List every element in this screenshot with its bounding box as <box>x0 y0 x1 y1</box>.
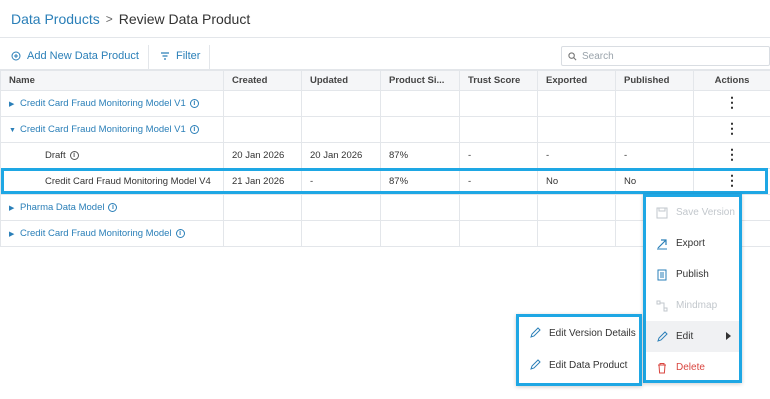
pencil-icon <box>530 327 541 338</box>
kebab-menu-icon[interactable]: ⋮ <box>725 120 739 136</box>
column-header-created[interactable]: Created <box>223 70 302 91</box>
toolbar-divider <box>148 45 149 69</box>
info-icon[interactable]: i <box>189 98 199 108</box>
breadcrumb-data-products-link[interactable]: Data Products <box>11 11 100 27</box>
save-icon <box>656 207 668 218</box>
kebab-menu-icon[interactable]: ⋮ <box>725 146 739 162</box>
add-new-data-product-button[interactable]: Add New Data Product <box>11 42 139 70</box>
submenu-item-edit-data-product[interactable]: Edit Data Product <box>519 349 639 381</box>
breadcrumb-separator: > <box>105 11 113 26</box>
trash-icon <box>658 362 666 373</box>
column-header-product-size[interactable]: Product Si... <box>380 70 460 91</box>
menu-item-label: Export <box>676 238 705 249</box>
filter-label: Filter <box>176 50 201 62</box>
version-name[interactable]: Credit Card Fraud Monitoring Model V4 <box>45 176 211 187</box>
row-name-link[interactable]: Credit Card Fraud Monitoring Model <box>20 228 172 239</box>
table-row: Draft i 20 Jan 2026 20 Jan 2026 87% - - -… <box>0 142 770 169</box>
info-icon[interactable]: i <box>189 124 199 134</box>
add-circle-icon <box>11 51 21 61</box>
breadcrumb: Data Products > Review Data Product <box>0 0 770 38</box>
menu-item-delete[interactable]: Delete <box>646 352 739 383</box>
search-icon <box>568 51 577 60</box>
column-header-actions: Actions <box>693 70 770 91</box>
edit-submenu: Edit Version Details Edit Data Product <box>516 314 642 386</box>
menu-item-mindmap[interactable]: Mindmap <box>646 290 739 321</box>
submenu-item-label: Edit Version Details <box>549 327 636 339</box>
publish-icon <box>657 269 667 280</box>
toolbar: Add New Data Product Filter <box>0 42 770 70</box>
menu-item-label: Edit <box>676 331 694 342</box>
submenu-item-edit-version-details[interactable]: Edit Version Details <box>519 317 639 349</box>
column-header-name[interactable]: Name <box>0 70 224 91</box>
export-icon <box>657 238 667 249</box>
pencil-icon <box>657 330 668 342</box>
toolbar-divider <box>209 45 210 69</box>
kebab-menu-icon[interactable]: ⋮ <box>725 94 739 110</box>
table-row: ▶ Credit Card Fraud Monitoring Model V1 i … <box>0 90 770 117</box>
menu-item-edit[interactable]: Edit <box>646 321 739 352</box>
table-row-selected: Credit Card Fraud Monitoring Model V4 21… <box>0 168 770 195</box>
filter-button[interactable]: Filter <box>160 42 200 70</box>
page-title: Review Data Product <box>118 10 251 27</box>
menu-item-label: Save Version <box>676 207 735 218</box>
column-header-exported[interactable]: Exported <box>537 70 616 91</box>
menu-item-label: Mindmap <box>676 300 718 311</box>
submenu-item-label: Edit Data Product <box>549 359 628 371</box>
column-header-trust-score[interactable]: Trust Score <box>459 70 538 91</box>
version-name[interactable]: Draft <box>45 150 66 161</box>
expand-caret-icon[interactable]: ▶ <box>9 100 17 108</box>
search-box <box>561 46 770 66</box>
pencil-icon <box>530 359 541 370</box>
menu-item-export[interactable]: Export <box>646 228 739 259</box>
info-icon[interactable]: i <box>69 150 79 160</box>
add-new-data-product-label: Add New Data Product <box>27 50 139 62</box>
search-input[interactable] <box>582 50 762 62</box>
actions-menu: Save Version Export Publish Mindmap Edit… <box>643 194 742 383</box>
table-row: ▼ Credit Card Fraud Monitoring Model V1 i … <box>0 116 770 143</box>
mindmap-icon <box>656 300 668 311</box>
info-icon[interactable]: i <box>175 228 185 238</box>
column-header-published[interactable]: Published <box>615 70 694 91</box>
filter-icon <box>161 52 169 60</box>
row-name-link[interactable]: Credit Card Fraud Monitoring Model V1 <box>20 98 186 109</box>
table-header-row: Name Created Updated Product Si... Trust… <box>0 70 770 91</box>
row-name-link[interactable]: Credit Card Fraud Monitoring Model V1 <box>20 124 186 135</box>
row-name-link[interactable]: Pharma Data Model <box>20 202 104 213</box>
expand-caret-icon[interactable]: ▶ <box>9 230 17 238</box>
kebab-menu-icon[interactable]: ⋮ <box>725 172 739 188</box>
menu-item-label: Publish <box>676 269 709 280</box>
menu-item-label: Delete <box>676 362 705 373</box>
menu-item-save-version[interactable]: Save Version <box>646 197 739 228</box>
info-icon[interactable]: i <box>108 202 118 212</box>
submenu-arrow-icon <box>726 332 731 340</box>
menu-item-publish[interactable]: Publish <box>646 259 739 290</box>
expand-caret-icon[interactable]: ▶ <box>9 204 17 212</box>
collapse-caret-icon[interactable]: ▼ <box>9 127 17 134</box>
column-header-updated[interactable]: Updated <box>301 70 381 91</box>
